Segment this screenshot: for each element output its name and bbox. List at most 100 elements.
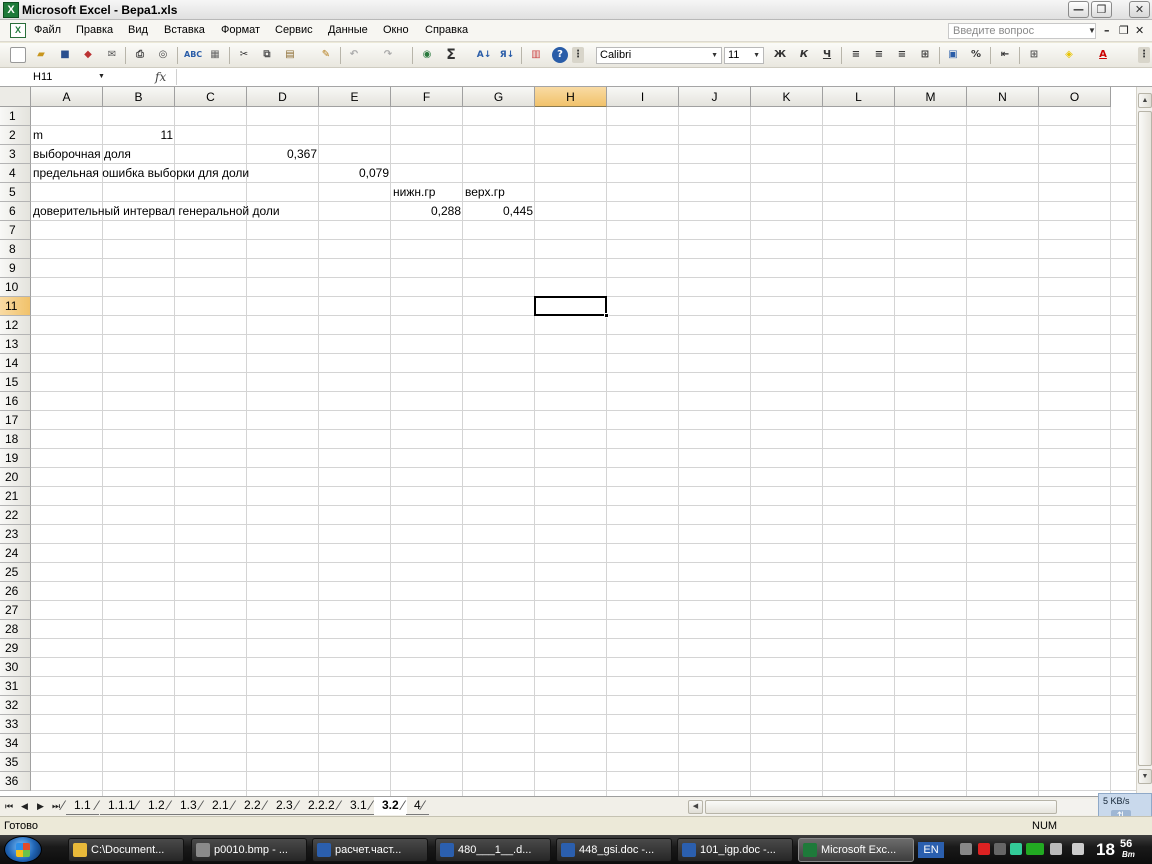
menu-help[interactable]: Справка	[425, 24, 468, 36]
merge-center-icon[interactable]: ⊞	[917, 47, 933, 63]
tray-antivirus-icon[interactable]	[978, 843, 990, 855]
tray-app-icon[interactable]	[994, 843, 1006, 855]
taskbar-button-1[interactable]: C:\Document...	[68, 838, 184, 862]
column-header-i[interactable]: I	[607, 87, 679, 107]
worksheet-grid[interactable]: A B C D E F G H I J K L M N O 1 2 3 4 5 6 7 8 9 10 11 12 13 14 15 16 17…	[0, 87, 1136, 796]
menu-insert[interactable]: Вставка	[164, 24, 205, 36]
column-header-a[interactable]: A	[31, 87, 103, 107]
row-header-31[interactable]: 31	[0, 677, 31, 696]
tray-volume-icon[interactable]	[1072, 843, 1084, 855]
row-header-18[interactable]: 18	[0, 430, 31, 449]
chevron-down-icon[interactable]: ▼	[1088, 26, 1096, 35]
row-header-36[interactable]: 36	[0, 772, 31, 791]
column-header-c[interactable]: C	[175, 87, 247, 107]
scroll-down-icon[interactable]: ▼	[1138, 769, 1152, 784]
active-cell-cursor[interactable]	[534, 296, 607, 316]
name-box-dropdown-icon[interactable]: ▼	[98, 73, 105, 80]
toolbar-options-icon-2[interactable]: ⋮	[1138, 47, 1150, 63]
first-sheet-icon[interactable]: ⏮	[5, 801, 13, 812]
taskbar-button-2[interactable]: p0010.bmp - ...	[191, 838, 307, 862]
taskbar-button-4[interactable]: 480___1__.d...	[435, 838, 551, 862]
taskbar-button-3[interactable]: расчет.част...	[312, 838, 428, 862]
maximize-button[interactable]: ❐	[1091, 1, 1112, 18]
row-header-1[interactable]: 1	[0, 107, 31, 126]
column-header-d[interactable]: D	[247, 87, 319, 107]
cell-g6[interactable]: 0,445	[463, 202, 535, 221]
italic-button[interactable]: К	[796, 47, 812, 63]
last-sheet-icon[interactable]: ⏭	[52, 801, 60, 812]
row-header-20[interactable]: 20	[0, 468, 31, 487]
tray-monitor-icon[interactable]	[960, 843, 972, 855]
cell-b2[interactable]: 11	[103, 126, 175, 145]
print-icon[interactable]: ⎙	[132, 47, 148, 63]
align-right-icon[interactable]: ≡	[894, 47, 910, 63]
permission-icon[interactable]: ◆	[80, 47, 96, 63]
paste-icon[interactable]: ▤	[282, 47, 298, 63]
vertical-scroll-thumb[interactable]	[1138, 111, 1152, 766]
font-size-select[interactable]: 11 ▼	[724, 47, 764, 64]
horizontal-scroll-thumb[interactable]	[705, 800, 1057, 814]
next-sheet-icon[interactable]: ▶	[37, 801, 44, 812]
scroll-up-icon[interactable]: ▲	[1138, 93, 1152, 108]
cell-a4[interactable]: предельная ошибка выборки для доли	[31, 164, 249, 183]
vertical-scrollbar[interactable]: ▲ ▼	[1136, 87, 1152, 796]
cell-f6[interactable]: 0,288	[391, 202, 463, 221]
new-icon[interactable]	[10, 47, 26, 63]
column-header-g[interactable]: G	[463, 87, 535, 107]
minimize-button[interactable]: —	[1068, 1, 1089, 18]
row-header-9[interactable]: 9	[0, 259, 31, 278]
doc-restore-icon[interactable]: ❐	[1119, 24, 1129, 37]
cell-a6[interactable]: доверительный интервал генеральной доли	[31, 202, 280, 221]
insert-function-icon[interactable]: fx	[155, 70, 166, 84]
row-header-6[interactable]: 6	[0, 202, 31, 221]
menu-format[interactable]: Формат	[221, 24, 260, 36]
doc-minimize-icon[interactable]: –	[1104, 24, 1110, 37]
row-header-34[interactable]: 34	[0, 734, 31, 753]
sort-descending-icon[interactable]: Я↓	[499, 47, 515, 63]
align-left-icon[interactable]: ≡	[848, 47, 864, 63]
print-preview-icon[interactable]: ◎	[155, 47, 171, 63]
row-header-21[interactable]: 21	[0, 487, 31, 506]
hyperlink-icon[interactable]: ◉	[419, 47, 435, 63]
borders-icon[interactable]: ⊞	[1026, 47, 1042, 63]
row-header-8[interactable]: 8	[0, 240, 31, 259]
row-header-23[interactable]: 23	[0, 525, 31, 544]
name-box[interactable]: H11	[2, 69, 112, 85]
menu-file[interactable]: Файл	[34, 24, 61, 36]
taskbar-button-6[interactable]: 101_igp.doc -...	[677, 838, 793, 862]
row-header-26[interactable]: 26	[0, 582, 31, 601]
column-header-e[interactable]: E	[319, 87, 391, 107]
tray-battery-icon[interactable]	[1026, 843, 1044, 855]
research-icon[interactable]: ▦	[207, 47, 223, 63]
cell-a2[interactable]: m	[31, 126, 43, 145]
horizontal-scrollbar[interactable]: ◀	[688, 799, 1136, 815]
taskbar-button-7[interactable]: Microsoft Exc...	[798, 838, 914, 862]
row-header-10[interactable]: 10	[0, 278, 31, 297]
bold-button[interactable]: Ж	[772, 47, 788, 63]
menu-window[interactable]: Окно	[383, 24, 409, 36]
font-color-icon[interactable]: A	[1095, 47, 1111, 63]
formula-input[interactable]	[176, 69, 1146, 85]
sheet-tab-4[interactable]: 4	[406, 797, 429, 815]
fill-handle[interactable]	[604, 313, 609, 318]
row-header-17[interactable]: 17	[0, 411, 31, 430]
row-header-24[interactable]: 24	[0, 544, 31, 563]
currency-icon[interactable]: ▣	[945, 47, 961, 63]
row-header-12[interactable]: 12	[0, 316, 31, 335]
row-header-33[interactable]: 33	[0, 715, 31, 734]
column-header-f[interactable]: F	[391, 87, 463, 107]
row-header-2[interactable]: 2	[0, 126, 31, 145]
taskbar-button-5[interactable]: 448_gsi.doc -...	[556, 838, 672, 862]
column-header-n[interactable]: N	[967, 87, 1039, 107]
row-header-19[interactable]: 19	[0, 449, 31, 468]
percent-button[interactable]: %	[968, 47, 984, 63]
format-painter-icon[interactable]: ✎	[318, 47, 334, 63]
workbook-icon[interactable]: X	[10, 23, 26, 38]
menu-edit[interactable]: Правка	[76, 24, 113, 36]
align-center-icon[interactable]: ≡	[871, 47, 887, 63]
doc-close-icon[interactable]: ✕	[1135, 24, 1144, 37]
chart-wizard-icon[interactable]: ▥	[528, 47, 544, 63]
column-header-l[interactable]: L	[823, 87, 895, 107]
decrease-indent-icon[interactable]: ⇤	[997, 47, 1013, 63]
row-header-15[interactable]: 15	[0, 373, 31, 392]
